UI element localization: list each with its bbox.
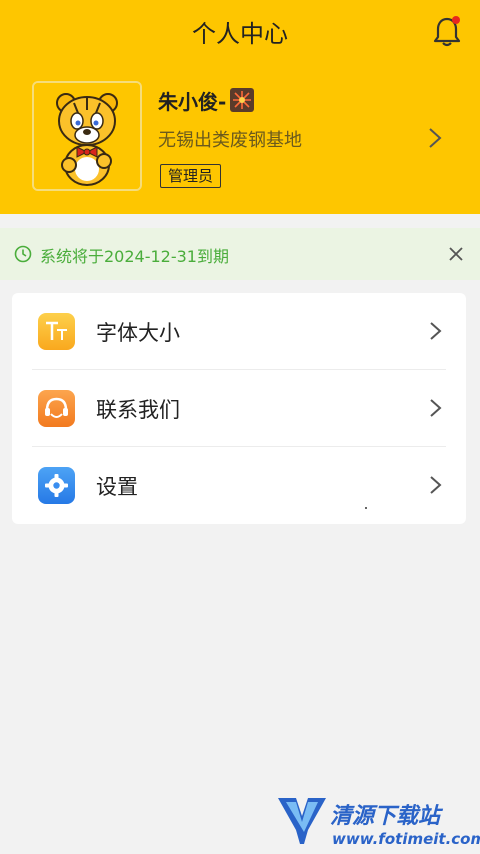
expiry-notice-text: 系统将于2024-12-31到期 [40, 247, 229, 266]
site-watermark: 清源下载站 www.fotimeit.com [274, 792, 480, 852]
menu-item-contact-us[interactable]: 联系我们 [12, 370, 466, 447]
firework-icon [230, 88, 254, 112]
role-badge: 管理员 [160, 164, 222, 188]
close-icon[interactable] [446, 244, 466, 264]
watermark-url: www.fotimeit.com [332, 830, 480, 848]
menu-card: 字体大小 联系我们 设置 [12, 293, 466, 524]
menu-item-label: 联系我们 [96, 398, 180, 422]
chevron-right-icon [428, 319, 444, 343]
menu-item-label: 设置 [96, 475, 138, 499]
settings-gear-icon [38, 467, 75, 504]
company-name: 无锡出类废钢基地 [158, 130, 302, 151]
watermark-title: 清源下载站 [330, 804, 441, 829]
notification-dot [452, 16, 460, 24]
watermark-logo-icon [278, 798, 326, 844]
avatar[interactable] [32, 81, 142, 191]
profile-header: 个人中心 朱小俊- 无锡出类废钢基地 管理员 [0, 0, 480, 214]
stray-dot [365, 507, 367, 509]
font-size-icon [38, 313, 75, 350]
bell-icon[interactable] [432, 16, 462, 48]
menu-item-label: 字体大小 [96, 321, 180, 345]
contact-support-icon [38, 390, 75, 427]
chevron-right-icon[interactable] [424, 126, 446, 150]
menu-item-font-size[interactable]: 字体大小 [12, 293, 466, 370]
page-title: 个人中心 [192, 20, 288, 48]
chevron-right-icon [428, 396, 444, 420]
chevron-right-icon [428, 473, 444, 497]
user-name: 朱小俊- [158, 90, 227, 114]
clock-icon [14, 245, 32, 263]
menu-item-settings[interactable]: 设置 [12, 447, 466, 524]
tiger-mascot-icon [34, 83, 140, 189]
